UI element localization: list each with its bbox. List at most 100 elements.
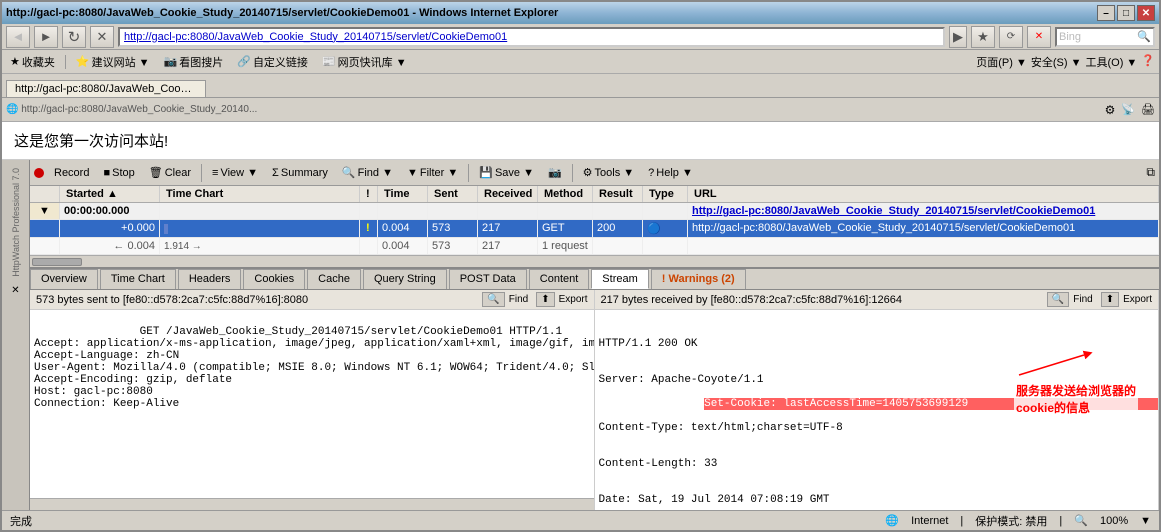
col-header-chart[interactable]: Time Chart: [160, 186, 360, 202]
search-box[interactable]: Bing 🔍: [1055, 27, 1155, 47]
tools-menu[interactable]: 工具(O) ▼: [1085, 54, 1137, 70]
row-started-1: +0.000: [60, 220, 160, 237]
favorites-button[interactable]: ★ 收藏夹: [6, 54, 59, 70]
forward-button[interactable]: ►: [34, 26, 58, 48]
fav-item-3[interactable]: 🔗 自定义链接: [233, 54, 312, 70]
response-line-4: Content-Type: text/html;charset=UTF-8: [599, 422, 1155, 434]
toolbar-sep-1: [201, 164, 202, 182]
tab-postdata[interactable]: POST Data: [449, 269, 527, 289]
toolbar-right: ⧉: [1146, 165, 1155, 180]
tools-button[interactable]: ⚙ Tools ▼: [577, 164, 641, 181]
response-export-button[interactable]: ⬆: [1101, 292, 1119, 307]
go-button[interactable]: ▶: [949, 26, 967, 48]
back-button[interactable]: ◄: [6, 26, 30, 48]
screenshot-button[interactable]: 📷: [542, 164, 568, 181]
tab-warnings[interactable]: ! Warnings (2): [651, 269, 746, 289]
help-icon[interactable]: ❓: [1141, 54, 1155, 70]
row-type-1: 🔵: [643, 220, 688, 237]
nav-bar: ◄ ► ↻ ✕ http://gacl-pc:8080/JavaWeb_Cook…: [2, 24, 1159, 50]
close-button[interactable]: ✕: [1137, 5, 1155, 21]
tab-cache[interactable]: Cache: [307, 269, 361, 289]
request-export-button[interactable]: ⬆: [536, 292, 554, 307]
col-header-time[interactable]: Time: [378, 186, 428, 202]
row-expand-icon[interactable]: ▼: [30, 203, 60, 219]
print-icon: 🖨: [1141, 103, 1155, 116]
tools-label: Tools ▼: [595, 167, 635, 179]
request-table: Started ▲ Time Chart ! Time Sent Receive…: [30, 186, 1159, 268]
address-text: http://gacl-pc:8080/JavaWeb_Cookie_Study…: [124, 31, 507, 43]
summary-button[interactable]: Σ Summary: [266, 165, 334, 181]
internet-label: Internet: [911, 515, 948, 527]
tab-cookies[interactable]: Cookies: [243, 269, 305, 289]
response-line-5: Content-Length: 33: [599, 458, 1155, 470]
filter-label: Filter ▼: [420, 167, 458, 179]
table-row-1[interactable]: +0.000 ! 0.004 573 217 GET 200 🔵 http://…: [30, 220, 1159, 238]
request-scrollbar-h[interactable]: [30, 498, 594, 510]
refresh-button[interactable]: ↻: [62, 26, 86, 48]
find-label: Find ▼: [358, 167, 393, 179]
save-label: Save ▼: [495, 167, 534, 179]
col-header-received[interactable]: Received: [478, 186, 538, 202]
row-result-sum: [593, 238, 643, 254]
row-excl-sum: [360, 238, 378, 254]
summary-icon: Σ: [272, 167, 279, 179]
save-button[interactable]: 💾 Save ▼: [473, 164, 540, 181]
fav-item-2[interactable]: 📷 看图搜片: [160, 54, 228, 70]
chart-bar-1: [164, 224, 168, 234]
response-find-button[interactable]: 🔍: [1047, 292, 1069, 307]
browser-tab[interactable]: http://gacl-pc:8080/JavaWeb_Cookie_Study…: [6, 80, 206, 97]
find-button[interactable]: 🔍 Find ▼: [336, 164, 399, 181]
scrollbar-thumb[interactable]: [32, 258, 82, 266]
row-sent-group: [428, 203, 478, 219]
minimize-button[interactable]: –: [1097, 5, 1115, 21]
row-started-sum: ← 0.004: [60, 238, 160, 254]
clear-button[interactable]: 🗑 Clear: [143, 164, 197, 181]
summary-label: Summary: [281, 167, 328, 179]
zoom-dropdown[interactable]: ▼: [1140, 515, 1151, 527]
tab-content[interactable]: Content: [529, 269, 590, 289]
protection-label: 保护模式: 禁用: [975, 513, 1047, 529]
stop-btn2[interactable]: ✕: [1027, 26, 1051, 48]
tab-stream[interactable]: Stream: [591, 269, 648, 289]
row-url-1: http://gacl-pc:8080/JavaWeb_Cookie_Study…: [688, 220, 1159, 237]
favorites-label: 收藏夹: [22, 54, 55, 70]
tab-headers-label: Headers: [189, 273, 231, 285]
table-row-group[interactable]: ▼ 00:00:00.000 http://gacl-pc:8080/JavaW…: [30, 203, 1159, 220]
expand-icon[interactable]: ⧉: [1146, 165, 1155, 179]
request-find-button[interactable]: 🔍: [482, 292, 504, 307]
col-header-excl[interactable]: !: [360, 186, 378, 202]
col-header-method[interactable]: Method: [538, 186, 593, 202]
tab-headers[interactable]: Headers: [178, 269, 242, 289]
table-scrollbar-h[interactable]: [30, 255, 1159, 267]
fav-item-1[interactable]: ⭐ 建议网站 ▼: [72, 54, 154, 70]
maximize-button[interactable]: □: [1117, 5, 1135, 21]
row-url-group[interactable]: http://gacl-pc:8080/JavaWeb_Cookie_Study…: [688, 203, 1159, 219]
filter-button[interactable]: ▼ Filter ▼: [401, 165, 464, 181]
col-header-result[interactable]: Result: [593, 186, 643, 202]
address-bar[interactable]: http://gacl-pc:8080/JavaWeb_Cookie_Study…: [118, 27, 945, 47]
tab-overview[interactable]: Overview: [30, 269, 98, 289]
view-button[interactable]: ≡ View ▼: [206, 165, 264, 181]
help-button[interactable]: ? Help ▼: [642, 165, 699, 181]
col-header-type[interactable]: Type: [643, 186, 688, 202]
refresh-btn2[interactable]: ⟳: [999, 26, 1023, 48]
page-menu[interactable]: 页面(P) ▼: [976, 54, 1027, 70]
row-time-sum: 0.004: [378, 238, 428, 254]
tab-timechart-label: Time Chart: [111, 273, 165, 285]
fav-item-4[interactable]: 📰 网页快讯库 ▼: [318, 54, 411, 70]
close-panel-icon[interactable]: ✕: [11, 285, 19, 296]
tab-querystring[interactable]: Query String: [363, 269, 447, 289]
col-header-started[interactable]: Started ▲: [60, 186, 160, 202]
stop-button[interactable]: ✕: [90, 26, 114, 48]
col-header-sent[interactable]: Sent: [428, 186, 478, 202]
tab-timechart[interactable]: Time Chart: [100, 269, 176, 289]
fav-icon-3: 🔗: [237, 55, 251, 68]
search-icon[interactable]: 🔍: [1137, 30, 1151, 43]
favorites-star[interactable]: ★: [971, 26, 995, 48]
zoom-icon: 🔍: [1074, 514, 1088, 527]
record-button[interactable]: Record: [48, 165, 95, 181]
col-header-url[interactable]: URL: [688, 186, 1159, 202]
security-menu[interactable]: 安全(S) ▼: [1031, 54, 1082, 70]
stop-button[interactable]: ■ Stop: [97, 165, 140, 181]
row-url-sum: [688, 238, 1159, 254]
